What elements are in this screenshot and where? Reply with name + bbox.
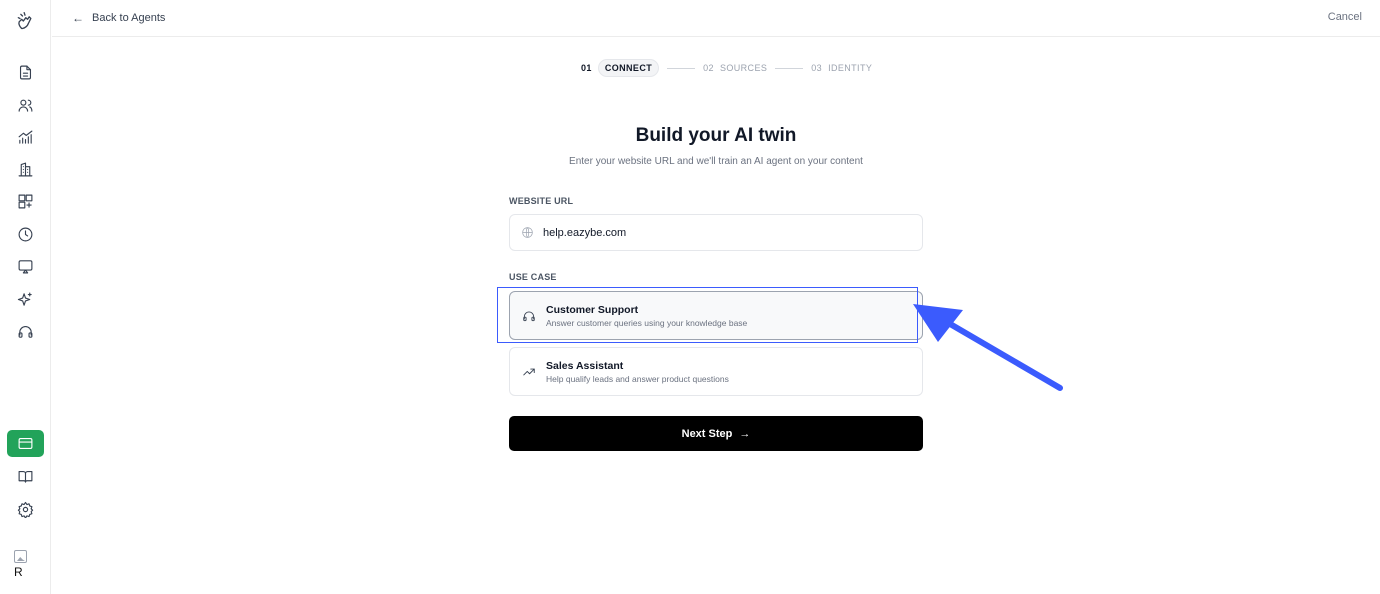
website-url-label: WEBSITE URL [509, 196, 574, 206]
cancel-button[interactable]: Cancel [1328, 11, 1362, 23]
page-title: Build your AI twin [635, 125, 797, 146]
next-step-label: Next Step [681, 427, 733, 440]
screen-icon[interactable] [13, 254, 37, 278]
step-indicator: 01 CONNECT 02 SOURCES 03 IDENTITY [581, 59, 872, 77]
document-icon[interactable] [13, 60, 37, 84]
trending-up-icon [523, 368, 535, 375]
option-title: Customer Support [546, 303, 639, 316]
avatar-initial: R [14, 565, 23, 579]
grid-add-icon[interactable] [13, 189, 37, 213]
step-number: 01 [581, 63, 592, 73]
building-icon[interactable] [13, 157, 37, 181]
arrow-right-icon: → [739, 427, 751, 440]
card-icon[interactable] [7, 430, 44, 457]
step-name: IDENTITY [828, 63, 873, 73]
step-divider [775, 67, 804, 69]
step-sources: 02 SOURCES [703, 63, 767, 73]
sparkles-icon[interactable] [13, 287, 37, 311]
option-title: Sales Assistant [546, 359, 624, 372]
step-name: CONNECT [597, 59, 660, 77]
step-number: 03 [811, 63, 823, 73]
globe-icon [522, 227, 533, 238]
step-number: 02 [703, 63, 714, 73]
back-to-agents-link[interactable]: ← Back to Agents [72, 11, 165, 25]
settings-icon[interactable] [13, 497, 37, 521]
step-name: SOURCES [719, 63, 768, 73]
book-icon[interactable] [13, 464, 37, 488]
next-step-button[interactable]: Next Step → [509, 416, 923, 451]
use-case-sales-assistant[interactable]: Sales Assistant Help qualify leads and a… [509, 347, 923, 396]
headphones-icon [523, 311, 535, 321]
option-description: Answer customer queries using your knowl… [546, 317, 748, 328]
website-url-input[interactable] [543, 226, 903, 239]
step-connect: 01 CONNECT [581, 59, 660, 77]
annotation-arrow-icon [913, 304, 1063, 391]
sidebar: R [0, 0, 51, 594]
clock-icon[interactable] [13, 222, 37, 246]
logo-icon[interactable] [13, 9, 37, 33]
headphones-icon[interactable] [13, 319, 37, 343]
back-link-label: Back to Agents [92, 12, 166, 24]
step-divider [667, 67, 696, 69]
top-bar: ← Back to Agents Cancel [52, 0, 1380, 37]
use-case-label: USE CASE [509, 272, 557, 282]
option-description: Help qualify leads and answer product qu… [546, 373, 729, 384]
step-identity: 03 IDENTITY [811, 63, 872, 73]
users-icon[interactable] [13, 93, 37, 117]
page-subtitle: Enter your website URL and we'll train a… [569, 156, 863, 167]
arrow-left-icon: ← [72, 11, 84, 25]
broken-image-icon [14, 550, 27, 563]
analytics-icon[interactable] [13, 125, 37, 149]
avatar[interactable]: R [14, 550, 36, 580]
use-case-customer-support[interactable]: Customer Support Answer customer queries… [509, 291, 923, 340]
website-url-field[interactable] [509, 214, 923, 251]
